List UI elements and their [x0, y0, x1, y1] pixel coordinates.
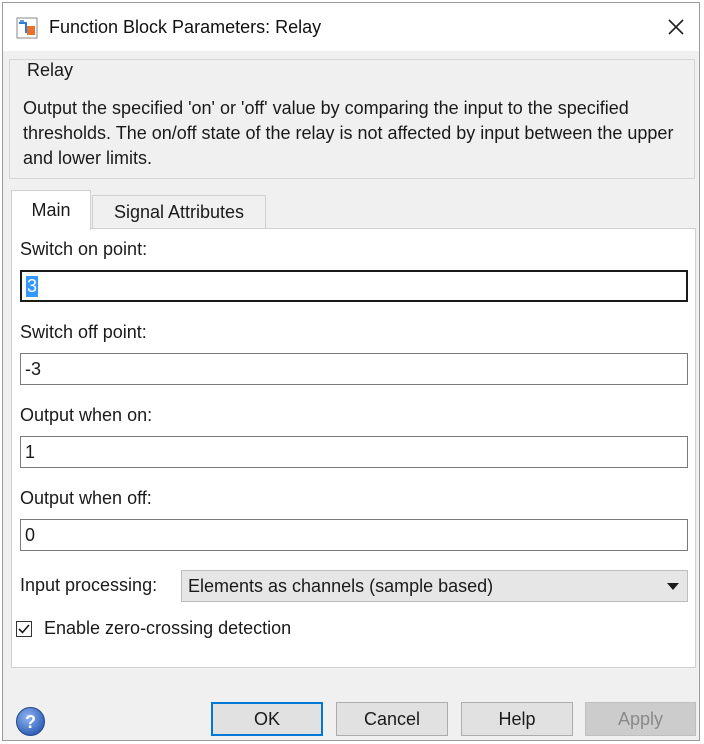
block-description-heading: Relay — [24, 60, 77, 81]
output-when-off-input[interactable]: 0 — [20, 519, 688, 551]
main-tab-panel: Switch on point: 3 Switch off point: -3 … — [11, 228, 696, 668]
zero-crossing-checkbox[interactable] — [16, 621, 32, 637]
checkmark-icon — [18, 624, 30, 634]
help-button[interactable]: Help — [461, 702, 573, 736]
tab-main[interactable]: Main — [11, 190, 91, 230]
help-icon[interactable]: ? — [15, 706, 46, 737]
title-bar[interactable]: Function Block Parameters: Relay — [3, 3, 699, 51]
apply-button[interactable]: Apply — [585, 702, 696, 736]
input-processing-dropdown[interactable]: Elements as channels (sample based) — [181, 570, 688, 602]
output-when-off-label: Output when off: — [20, 488, 152, 508]
block-description-group: Relay Output the specified 'on' or 'off'… — [9, 59, 695, 179]
output-when-on-input[interactable]: 1 — [20, 436, 688, 468]
simulink-block-icon — [16, 17, 38, 39]
tab-signal-attributes[interactable]: Signal Attributes — [92, 195, 266, 229]
cancel-button[interactable]: Cancel — [336, 702, 448, 736]
output-when-on-value: 1 — [25, 441, 36, 462]
input-processing-label: Input processing: — [20, 575, 158, 595]
ok-button[interactable]: OK — [211, 702, 323, 736]
block-description-text: Output the specified 'on' or 'off' value… — [23, 98, 674, 168]
switch-on-point-label: Switch on point: — [20, 239, 148, 259]
input-processing-selected: Elements as channels (sample based) — [188, 575, 494, 596]
zero-crossing-label: Enable zero-crossing detection — [44, 618, 292, 638]
window-title: Function Block Parameters: Relay — [49, 17, 322, 37]
close-button[interactable] — [653, 3, 699, 51]
svg-text:?: ? — [25, 712, 36, 732]
switch-on-point-value: 3 — [26, 275, 39, 297]
output-when-on-label: Output when on: — [20, 405, 153, 425]
switch-off-point-value: -3 — [25, 358, 42, 379]
switch-on-point-input[interactable]: 3 — [20, 270, 688, 302]
close-icon — [668, 19, 684, 35]
dialog-window: Function Block Parameters: Relay Relay O… — [2, 2, 700, 741]
switch-off-point-label: Switch off point: — [20, 322, 147, 342]
switch-off-point-input[interactable]: -3 — [20, 353, 688, 385]
output-when-off-value: 0 — [25, 524, 36, 545]
chevron-down-icon — [667, 583, 679, 590]
